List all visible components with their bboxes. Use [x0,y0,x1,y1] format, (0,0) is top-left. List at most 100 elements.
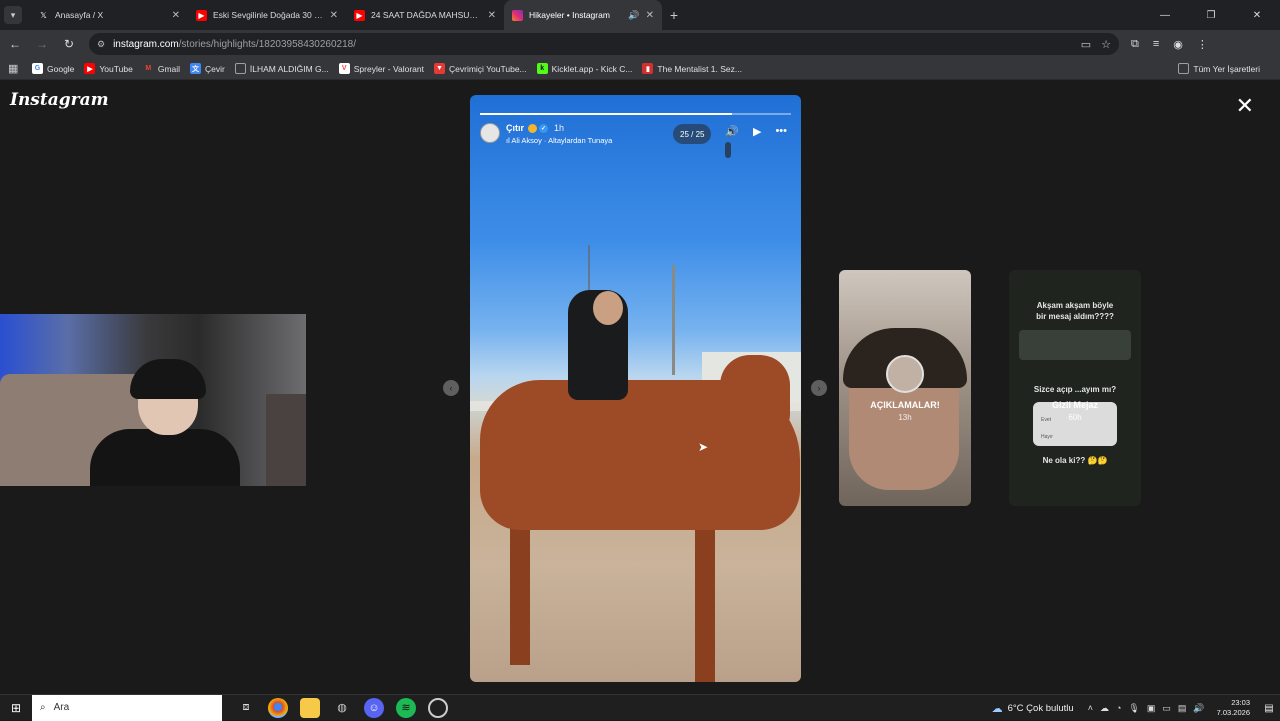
bookmark-label: YouTube [99,63,133,74]
bookmark-red-icon: ▮ [642,63,654,74]
address-bar[interactable]: ⚙ instagram.com /stories/highlights/1820… [89,33,1119,55]
weather-widget[interactable]: ☁ 6°C Çok bulutlu [992,702,1074,715]
microphone-icon[interactable]: 🎙 [1128,703,1139,714]
bookmark-google[interactable]: G Google [32,63,74,74]
site-info-icon[interactable]: ⚙ [97,39,105,50]
close-icon[interactable]: ✕ [488,10,496,21]
bookmark-folder[interactable]: İLHAM ALDIĞIM G... [234,63,329,74]
close-story-icon[interactable]: ✕ [1236,93,1254,119]
bookmark-youtube[interactable]: ▶ YouTube [84,63,133,74]
file-explorer-icon[interactable] [300,697,320,718]
volume-slider[interactable] [725,142,731,158]
play-icon[interactable]: ▶ [753,125,761,138]
story-preview-card[interactable]: Akşam akşam böyle bir mesaj aldım???? Si… [1009,270,1141,506]
tab-title: Eski Sevgilinle Doğada 30 Gün [213,10,324,20]
tab-title: Anasayfa / X [55,10,104,20]
media-control-icon[interactable]: ≡ [1153,38,1159,51]
bookmark-kicklet[interactable]: k Kicklet.app - Kick C... [536,63,632,74]
preview-time: 13h [898,413,912,422]
folder-icon [1178,63,1190,74]
reload-icon[interactable]: ↻ [57,32,81,56]
horse-head [720,355,790,435]
translate-icon: 文 [190,63,202,74]
bookmarks-bar: ▦ G Google ▶ YouTube M Gmail 文 Çevir İLHAM A… [0,58,1280,80]
close-icon[interactable]: ✕ [330,10,338,21]
close-icon[interactable]: ✕ [172,10,180,21]
bookmark-mentalist[interactable]: ▮ The Mentalist 1. Sez... [642,63,742,74]
bookmark-label: Çevrimiçi YouTube... [449,63,527,74]
network-icon[interactable]: ◔ [1116,703,1121,714]
tab-youtube-2[interactable]: ▶ 24 SAAT DAĞDA MAHSUR KALI ✕ [346,0,504,30]
close-window-icon[interactable]: ✕ [1234,0,1280,30]
close-icon[interactable]: ✕ [646,10,654,21]
story-username[interactable]: Çıtır [506,123,524,133]
bookmark-label: Google [47,63,75,74]
story-preview-card[interactable]: AÇIKLAMALAR! 13h [839,270,971,506]
cast-icon[interactable]: ▭ [1081,38,1091,51]
forward-icon[interactable]: → [30,32,54,56]
display-icon[interactable]: ▣ [1147,703,1156,714]
clock-date: 7.03.2026 [1216,708,1250,717]
preview-question: Sizce açıp ...ayım mı? [1033,385,1117,394]
chrome-icon[interactable] [268,697,288,718]
screen-icon[interactable]: ▭ [1162,703,1171,714]
obs-icon[interactable] [428,697,448,718]
tab-youtube-1[interactable]: ▶ Eski Sevgilinle Doğada 30 Gün ✕ [188,0,346,30]
bookmark-translate[interactable]: 文 Çevir [190,63,225,74]
more-options-icon[interactable]: ••• [775,125,787,138]
speaker-icon[interactable]: 🔊 [628,10,639,21]
mouse-cursor-icon: ➤ [698,440,709,454]
tray-icons: ˄ ☁ ◔ 🎙 ▣ ▭ ▤ 🔊 [1088,703,1205,714]
extensions-icon[interactable]: ⧉ [1131,38,1139,51]
notification-icon[interactable]: ▤ [1258,703,1280,714]
steam-icon[interactable]: ◍ [332,698,352,718]
instagram-icon [512,9,523,21]
instagram-logo[interactable]: Instagram [10,90,109,110]
windows-start-icon[interactable]: ⊞ [0,701,32,715]
search-placeholder: Ara [53,702,70,713]
discord-icon[interactable]: ☺ [364,697,384,718]
avatar[interactable] [480,123,500,143]
story-main[interactable]: Çıtır ✓ 1h ıl Ali Aksoy · Altaylardan Tu… [470,95,801,682]
tab-search-button[interactable]: ▾ [4,6,22,24]
bookmark-online-youtube[interactable]: ▼ Çevrimiçi YouTube... [434,63,527,74]
story-progress-fill [480,113,732,115]
bookmark-gmail[interactable]: M Gmail [143,63,180,74]
apps-grid-icon[interactable]: ▦ [8,62,22,75]
user-row: Çıtır ✓ 1h [506,123,612,133]
previous-story-button[interactable]: ‹ [443,380,459,396]
folder-icon [234,63,246,74]
story-time: 1h [554,123,565,133]
question-line: bir mesaj aldım???? [1036,312,1114,321]
all-bookmarks[interactable]: Tüm Yer İşaretleri [1178,63,1260,74]
volume-icon[interactable]: 🔊 [725,125,739,138]
spotify-icon[interactable]: ≋ [396,697,416,718]
back-icon[interactable]: ← [3,32,27,56]
story-music[interactable]: ıl Ali Aksoy · Altaylardan Tunaya [506,136,612,145]
cloud-sync-icon[interactable]: ☁ [1100,703,1109,714]
task-view-icon[interactable]: ⧈ [236,698,256,718]
minimize-icon[interactable]: — [1142,0,1188,30]
new-tab-button[interactable]: + [662,7,686,23]
chevron-up-icon[interactable]: ˄ [1088,703,1093,714]
red-app-icon: ▼ [434,63,445,74]
preview-time: 60h [1068,413,1082,422]
tab-x[interactable]: 𝕏 Anasayfa / X ✕ [30,0,188,30]
profile-icon[interactable]: ◉ [1173,38,1183,51]
preview-title: Gizli Mejaz [1051,400,1098,410]
bookmark-valorant[interactable]: V Spreyler - Valorant [338,63,424,74]
taskbar-search[interactable]: ⌕ Ara [32,694,222,721]
speaker-icon[interactable]: 🔊 [1193,703,1204,714]
clock-time: 23:03 [1231,698,1250,707]
menu-icon[interactable]: ⋮ [1197,38,1208,51]
bookmark-label: The Mentalist 1. Sez... [657,63,742,74]
shelf-shape [266,394,306,486]
bookmark-label: Spreyler - Valorant [353,63,424,74]
tab-instagram[interactable]: Hikayeler • Instagram 🔊 ✕ [504,0,662,30]
monitor-icon[interactable]: ▤ [1178,703,1187,714]
preview-title: AÇIKLAMALAR! [870,400,940,410]
restore-icon[interactable]: ❐ [1188,0,1234,30]
taskbar-clock[interactable]: 23:03 7.03.2026 [1217,698,1250,718]
bookmark-star-icon[interactable]: ☆ [1101,38,1111,51]
next-story-button[interactable]: › [811,380,827,396]
